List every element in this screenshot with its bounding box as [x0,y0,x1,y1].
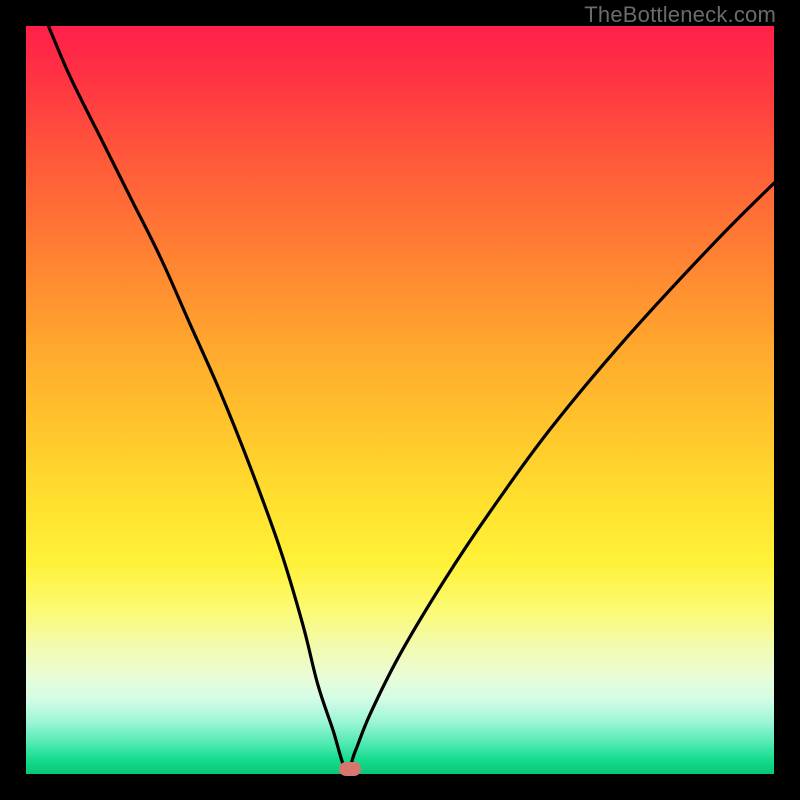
chart-frame: TheBottleneck.com [0,0,800,800]
bottleneck-marker [339,762,361,776]
curve-svg [26,26,774,774]
plot-area [26,26,774,774]
bottleneck-curve-path [48,26,774,771]
watermark-text: TheBottleneck.com [584,2,776,28]
